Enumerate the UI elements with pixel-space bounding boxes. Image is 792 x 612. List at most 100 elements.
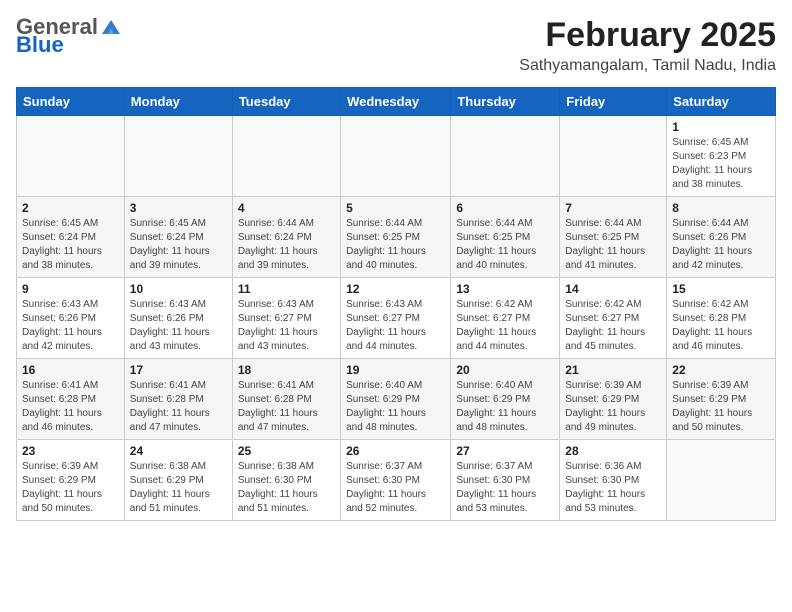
calendar-cell: 6 Sunrise: 6:44 AM Sunset: 6:25 PM Daylig… — [451, 197, 560, 278]
day-info: Sunrise: 6:45 AM Sunset: 6:24 PM Dayligh… — [130, 217, 227, 273]
calendar-cell: 11 Sunrise: 6:43 AM Sunset: 6:27 PM Dayli… — [232, 278, 340, 359]
day-info: Sunrise: 6:41 AM Sunset: 6:28 PM Dayligh… — [22, 379, 119, 435]
day-number: 8 — [672, 201, 770, 215]
header-monday: Monday — [124, 88, 232, 116]
day-info: Sunrise: 6:43 AM Sunset: 6:26 PM Dayligh… — [22, 298, 119, 354]
calendar-week-1: 1 Sunrise: 6:45 AM Sunset: 6:23 PM Daylig… — [17, 116, 776, 197]
day-info: Sunrise: 6:43 AM Sunset: 6:26 PM Dayligh… — [130, 298, 227, 354]
calendar-cell: 15Sunrise: 6:42 AM Sunset: 6:28 PM Dayli… — [667, 278, 776, 359]
calendar-cell: 17 Sunrise: 6:41 AM Sunset: 6:28 PM Dayli… — [124, 359, 232, 440]
day-info: Sunrise: 6:38 AM Sunset: 6:30 PM Dayligh… — [238, 460, 335, 516]
day-info: Sunrise: 6:42 AM Sunset: 6:27 PM Dayligh… — [456, 298, 554, 354]
calendar-cell: 12 Sunrise: 6:43 AM Sunset: 6:27 PM Dayli… — [341, 278, 451, 359]
day-info: Sunrise: 6:40 AM Sunset: 6:29 PM Dayligh… — [456, 379, 554, 435]
calendar-cell: 9 Sunrise: 6:43 AM Sunset: 6:26 PM Daylig… — [17, 278, 125, 359]
day-info: Sunrise: 6:44 AM Sunset: 6:24 PM Dayligh… — [238, 217, 335, 273]
calendar-cell: 18 Sunrise: 6:41 AM Sunset: 6:28 PM Dayli… — [232, 359, 340, 440]
day-number: 12 — [346, 282, 445, 296]
day-number: 1 — [672, 120, 770, 134]
day-info: Sunrise: 6:42 AM Sunset: 6:27 PM Dayligh… — [565, 298, 661, 354]
calendar-cell: 1 Sunrise: 6:45 AM Sunset: 6:23 PM Daylig… — [667, 116, 776, 197]
day-number: 9 — [22, 282, 119, 296]
header-sunday: Sunday — [17, 88, 125, 116]
logo-blue-text: Blue — [16, 34, 64, 56]
day-number: 10 — [130, 282, 227, 296]
calendar-week-4: 16 Sunrise: 6:41 AM Sunset: 6:28 PM Dayli… — [17, 359, 776, 440]
calendar-cell — [232, 116, 340, 197]
day-info: Sunrise: 6:36 AM Sunset: 6:30 PM Dayligh… — [565, 460, 661, 516]
calendar-cell: 7Sunrise: 6:44 AM Sunset: 6:25 PM Daylig… — [560, 197, 667, 278]
day-number: 11 — [238, 282, 335, 296]
day-number: 20 — [456, 363, 554, 377]
calendar-cell: 2Sunrise: 6:45 AM Sunset: 6:24 PM Daylig… — [17, 197, 125, 278]
day-info: Sunrise: 6:41 AM Sunset: 6:28 PM Dayligh… — [130, 379, 227, 435]
day-info: Sunrise: 6:44 AM Sunset: 6:25 PM Dayligh… — [346, 217, 445, 273]
day-info: Sunrise: 6:37 AM Sunset: 6:30 PM Dayligh… — [456, 460, 554, 516]
calendar-cell: 13 Sunrise: 6:42 AM Sunset: 6:27 PM Dayli… — [451, 278, 560, 359]
day-info: Sunrise: 6:44 AM Sunset: 6:25 PM Dayligh… — [565, 217, 661, 273]
day-number: 13 — [456, 282, 554, 296]
day-info: Sunrise: 6:43 AM Sunset: 6:27 PM Dayligh… — [238, 298, 335, 354]
header-friday: Friday — [560, 88, 667, 116]
calendar-cell — [124, 116, 232, 197]
header-thursday: Thursday — [451, 88, 560, 116]
day-info: Sunrise: 6:40 AM Sunset: 6:29 PM Dayligh… — [346, 379, 445, 435]
header-saturday: Saturday — [667, 88, 776, 116]
calendar-cell: 28Sunrise: 6:36 AM Sunset: 6:30 PM Dayli… — [560, 440, 667, 521]
location-title: Sathyamangalam, Tamil Nadu, India — [519, 57, 776, 75]
calendar-cell: 5 Sunrise: 6:44 AM Sunset: 6:25 PM Daylig… — [341, 197, 451, 278]
day-number: 21 — [565, 363, 661, 377]
logo-icon — [100, 18, 122, 36]
title-area: February 2025 Sathyamangalam, Tamil Nadu… — [519, 16, 776, 75]
calendar-week-2: 2Sunrise: 6:45 AM Sunset: 6:24 PM Daylig… — [17, 197, 776, 278]
calendar-cell: 10 Sunrise: 6:43 AM Sunset: 6:26 PM Dayli… — [124, 278, 232, 359]
calendar-cell: 3 Sunrise: 6:45 AM Sunset: 6:24 PM Daylig… — [124, 197, 232, 278]
month-title: February 2025 — [519, 16, 776, 55]
day-info: Sunrise: 6:39 AM Sunset: 6:29 PM Dayligh… — [672, 379, 770, 435]
calendar-cell: 20 Sunrise: 6:40 AM Sunset: 6:29 PM Dayli… — [451, 359, 560, 440]
calendar-cell: 4 Sunrise: 6:44 AM Sunset: 6:24 PM Daylig… — [232, 197, 340, 278]
logo: General Blue — [16, 16, 122, 56]
day-info: Sunrise: 6:38 AM Sunset: 6:29 PM Dayligh… — [130, 460, 227, 516]
day-number: 16 — [22, 363, 119, 377]
day-number: 4 — [238, 201, 335, 215]
day-info: Sunrise: 6:41 AM Sunset: 6:28 PM Dayligh… — [238, 379, 335, 435]
day-number: 24 — [130, 444, 227, 458]
calendar-cell: 24 Sunrise: 6:38 AM Sunset: 6:29 PM Dayli… — [124, 440, 232, 521]
calendar-cell — [17, 116, 125, 197]
calendar-cell — [667, 440, 776, 521]
day-number: 14 — [565, 282, 661, 296]
calendar-week-5: 23Sunrise: 6:39 AM Sunset: 6:29 PM Dayli… — [17, 440, 776, 521]
day-number: 3 — [130, 201, 227, 215]
day-info: Sunrise: 6:43 AM Sunset: 6:27 PM Dayligh… — [346, 298, 445, 354]
day-number: 18 — [238, 363, 335, 377]
day-info: Sunrise: 6:37 AM Sunset: 6:30 PM Dayligh… — [346, 460, 445, 516]
day-number: 27 — [456, 444, 554, 458]
calendar-cell — [451, 116, 560, 197]
day-info: Sunrise: 6:44 AM Sunset: 6:25 PM Dayligh… — [456, 217, 554, 273]
day-number: 15 — [672, 282, 770, 296]
day-number: 25 — [238, 444, 335, 458]
day-info: Sunrise: 6:39 AM Sunset: 6:29 PM Dayligh… — [565, 379, 661, 435]
day-number: 6 — [456, 201, 554, 215]
day-number: 23 — [22, 444, 119, 458]
day-number: 22 — [672, 363, 770, 377]
day-info: Sunrise: 6:45 AM Sunset: 6:24 PM Dayligh… — [22, 217, 119, 273]
calendar-cell — [560, 116, 667, 197]
header: General Blue February 2025 Sathyamangala… — [16, 16, 776, 75]
calendar-cell: 8 Sunrise: 6:44 AM Sunset: 6:26 PM Daylig… — [667, 197, 776, 278]
day-info: Sunrise: 6:44 AM Sunset: 6:26 PM Dayligh… — [672, 217, 770, 273]
day-number: 26 — [346, 444, 445, 458]
day-number: 17 — [130, 363, 227, 377]
day-number: 19 — [346, 363, 445, 377]
calendar-cell: 27 Sunrise: 6:37 AM Sunset: 6:30 PM Dayli… — [451, 440, 560, 521]
calendar-cell: 26 Sunrise: 6:37 AM Sunset: 6:30 PM Dayli… — [341, 440, 451, 521]
calendar-cell — [341, 116, 451, 197]
day-number: 5 — [346, 201, 445, 215]
day-info: Sunrise: 6:45 AM Sunset: 6:23 PM Dayligh… — [672, 136, 770, 192]
header-tuesday: Tuesday — [232, 88, 340, 116]
calendar-cell: 23Sunrise: 6:39 AM Sunset: 6:29 PM Dayli… — [17, 440, 125, 521]
calendar-header-row: SundayMondayTuesdayWednesdayThursdayFrid… — [17, 88, 776, 116]
calendar-cell: 16 Sunrise: 6:41 AM Sunset: 6:28 PM Dayli… — [17, 359, 125, 440]
calendar-cell: 25 Sunrise: 6:38 AM Sunset: 6:30 PM Dayli… — [232, 440, 340, 521]
